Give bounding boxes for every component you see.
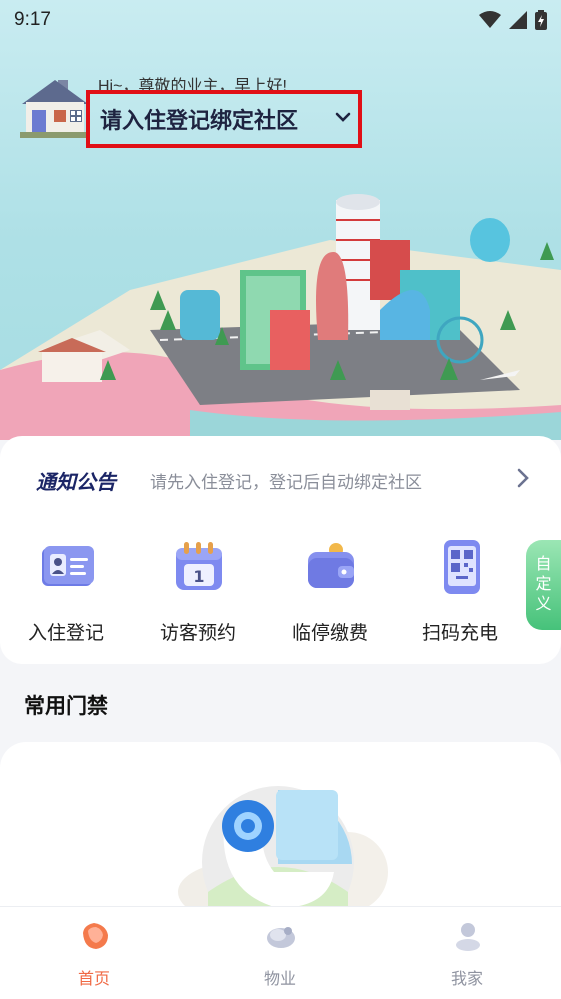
signal-icon — [509, 11, 527, 29]
nav-label: 首页 — [77, 971, 110, 988]
shortcut-parking[interactable]: 临停缴费 — [280, 536, 380, 646]
status-icons — [479, 10, 547, 30]
chevron-down-icon — [335, 112, 351, 122]
nav-label: 物业 — [263, 971, 296, 988]
city-illustration — [0, 194, 561, 440]
wallet-icon — [308, 543, 354, 588]
property-icon — [267, 927, 295, 948]
svg-text:1: 1 — [193, 567, 204, 586]
customize-tab[interactable]: 自 定 义 — [526, 540, 561, 630]
chevron-right-icon[interactable] — [514, 466, 532, 490]
hero-banner: 9:17 Hi~，尊敬的业主，早上好! 请入住登记绑定社区 — [0, 0, 561, 440]
shortcut-charging[interactable]: 扫码充电 — [410, 536, 510, 646]
status-bar: 9:17 — [0, 0, 561, 40]
shortcut-label: 临停缴费 — [291, 623, 368, 644]
notice-title: 通知公告 — [36, 472, 116, 494]
home-icon — [83, 923, 108, 949]
shortcut-check-in[interactable]: 入住登记 — [16, 536, 116, 646]
nav-label: 我家 — [450, 971, 483, 988]
section-title-access: 常用门禁 — [24, 695, 108, 718]
customize-char: 定 — [535, 576, 552, 593]
battery-icon — [535, 10, 547, 30]
notice-text: 请先入住登记，登记后自动绑定社区 — [150, 473, 422, 492]
nav-my-home[interactable]: 我家 — [407, 907, 527, 999]
shortcut-grid: 入住登记 1 访客预约 临停缴费 扫码充电 — [0, 536, 561, 646]
calendar-icon: 1 — [176, 542, 222, 590]
community-label: 请入住登记绑定社区 — [100, 108, 299, 133]
profile-icon — [456, 923, 480, 951]
nav-home[interactable]: 首页 — [34, 907, 154, 999]
shortcut-label: 入住登记 — [27, 623, 104, 644]
customize-char: 自 — [535, 556, 552, 573]
shortcut-visitor[interactable]: 1 访客预约 — [148, 536, 248, 646]
shortcut-label: 扫码充电 — [421, 623, 498, 644]
customize-char: 义 — [535, 596, 552, 613]
nav-property[interactable]: 物业 — [220, 907, 340, 999]
services-card: 通知公告 请先入住登记，登记后自动绑定社区 入住登记 1 访客预约 临停缴费 扫… — [0, 436, 561, 664]
bottom-nav: 首页 物业 我家 — [0, 906, 561, 999]
empty-state-illustration — [178, 786, 388, 912]
id-card-icon — [42, 546, 94, 586]
shortcut-label: 访客预约 — [159, 623, 236, 644]
wifi-icon — [479, 11, 501, 28]
notice-bar[interactable]: 通知公告 请先入住登记，登记后自动绑定社区 — [0, 436, 561, 520]
house-icon — [20, 80, 90, 138]
status-time: 9:17 — [14, 9, 51, 30]
community-selector[interactable]: 请入住登记绑定社区 — [86, 90, 362, 148]
qr-phone-icon — [444, 540, 480, 594]
